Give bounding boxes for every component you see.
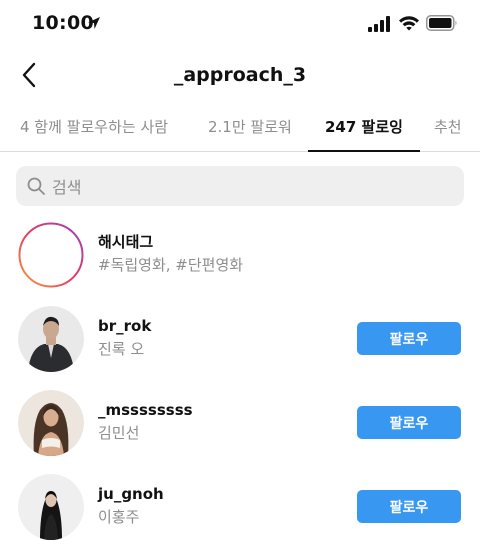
status-bar: 10:00 [0,0,480,52]
active-tab-indicator [308,150,420,152]
username: ju_gnoh [98,485,164,503]
hashtag-icon [18,222,84,288]
profile-photo [18,390,84,456]
list-item-user[interactable]: br_rok 진록 오 팔로우 [0,302,480,382]
page-title: _approach_3 [173,64,307,86]
list-item-text: 해시태그 #독립영화, #단편영화 [98,232,243,276]
follow-button[interactable]: 팔로우 [357,490,461,523]
subtitle: 이홍주 [98,508,140,526]
subtitle: 김민선 [98,424,140,442]
list-item-hashtag[interactable]: 해시태그 #독립영화, #단편영화 [0,218,480,298]
follow-button[interactable]: 팔로우 [357,406,461,439]
header: _approach_3 [0,52,480,102]
list-item-user[interactable]: _mssssssss 김민선 팔로우 [0,386,480,466]
battery-icon [426,15,457,31]
avatar [18,306,84,372]
search-placeholder: 검색 [52,178,82,197]
username: 해시태그 [98,233,154,251]
tab-followers[interactable]: 2.1만 팔로워 [208,104,292,152]
cellular-signal-icon [368,16,390,32]
tab-suggested[interactable]: 추천 [434,104,462,152]
profile-photo [18,474,84,540]
search-icon [27,177,45,195]
username: br_rok [98,317,152,335]
username: _mssssssss [98,401,193,419]
avatar [18,474,84,540]
search-input[interactable]: 검색 [16,166,464,206]
list-item-user[interactable]: ju_gnoh 이홍주 팔로우 [0,470,480,544]
follow-button[interactable]: 팔로우 [357,322,461,355]
avatar [18,390,84,456]
wifi-icon [399,16,419,31]
list-item-text: _mssssssss 김민선 [98,400,193,444]
list-item-text: br_rok 진록 오 [98,316,151,360]
status-time: 10:00 [32,12,94,34]
profile-photo [18,306,84,372]
tab-bar: 4 함께 팔로우하는 사람 2.1만 팔로워 247 팔로잉 추천 [0,104,480,152]
list-item-text: ju_gnoh 이홍주 [98,484,164,528]
tab-mutual-followers[interactable]: 4 함께 팔로우하는 사람 [20,104,168,152]
location-arrow-icon [88,17,100,29]
tab-following[interactable]: 247 팔로잉 [325,104,403,152]
subtitle: #독립영화, #단편영화 [98,256,244,274]
subtitle: 진록 오 [98,340,145,358]
hashtag-avatar [18,222,84,288]
